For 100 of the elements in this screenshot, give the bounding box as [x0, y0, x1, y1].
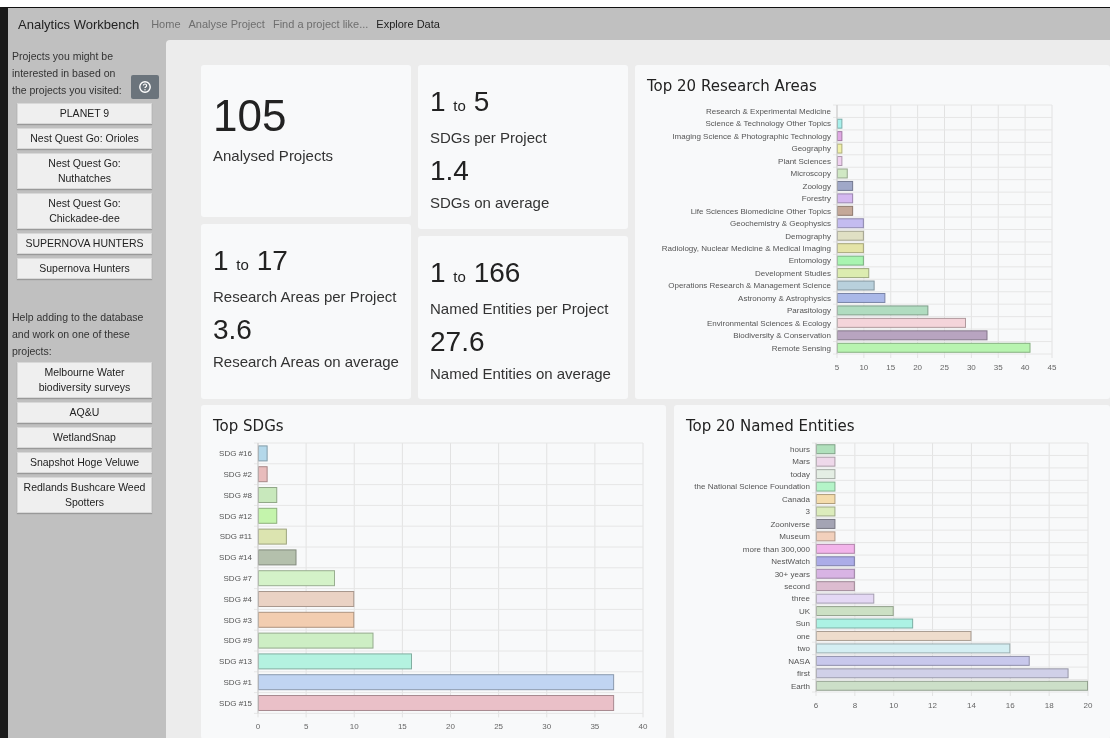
category-label: SDG #14 — [219, 553, 252, 563]
category-label: Biodiversity & Conservation — [733, 331, 831, 341]
category-label: Earth — [790, 681, 810, 691]
project-button[interactable]: Redlands Bushcare Weed Spotters — [17, 477, 152, 513]
stat-label: Analysed Projects — [213, 147, 335, 164]
category-label: today — [790, 469, 810, 479]
tick-label: 10 — [889, 701, 899, 710]
category-label: Environmental Sciences & Ecology — [706, 318, 831, 328]
category-label: Imaging Science & Photographic Technology — [672, 131, 831, 141]
category-label: Plant Sciences — [778, 156, 831, 166]
tick-label: 18 — [1044, 701, 1054, 710]
help-icon — [139, 81, 151, 93]
tick-label: 20 — [446, 722, 455, 732]
category-label: Mars — [792, 457, 810, 467]
tick-label: 20 — [913, 363, 923, 372]
tick-label: 45 — [1047, 363, 1057, 372]
tick-label: 10 — [349, 722, 359, 732]
category-label: SDG #15 — [219, 698, 252, 708]
project-button[interactable]: PLANET 9 — [17, 103, 152, 124]
stat-range: 1 to 5 — [430, 85, 491, 119]
category-label: Operations Research & Management Science — [668, 281, 831, 291]
category-label: hours — [790, 445, 810, 454]
stat-value: 1.4 — [430, 154, 470, 188]
tick-label: 40 — [638, 722, 648, 732]
stat-label: SDGs on average — [430, 194, 551, 211]
category-label: SDG #2 — [223, 470, 252, 479]
chart-title: Top SDGs — [213, 417, 285, 435]
project-button[interactable]: Nest Quest Go: Orioles — [17, 128, 152, 149]
category-label: SDG #9 — [223, 636, 252, 646]
project-button[interactable]: SUPERNOVA HUNTERS — [17, 233, 152, 254]
category-label: Radiology, Nuclear Medicine & Medical Imaging — [661, 244, 831, 253]
category-label: Geography — [791, 144, 831, 154]
tick-label: 10 — [859, 363, 869, 372]
tick-label: 16 — [1005, 701, 1015, 710]
chart-title: Top 20 Named Entities — [686, 417, 856, 435]
category-label: SDG #8 — [223, 490, 252, 500]
category-label: three — [791, 594, 810, 604]
tick-label: 5 — [834, 363, 840, 372]
chart-title: Top 20 Research Areas — [647, 77, 818, 95]
category-label: second — [784, 581, 810, 591]
category-label: Parasitology — [786, 306, 831, 316]
stat-range: 1 to 166 — [430, 256, 522, 290]
category-label: Microscopy — [790, 169, 831, 179]
stat-label: Research Areas per Project — [213, 288, 398, 305]
category-label: Science & Technology Other Topics — [705, 119, 831, 129]
stat-range: 1 to 17 — [213, 244, 289, 278]
help-button[interactable] — [131, 75, 159, 99]
nav-link[interactable]: Explore Data — [376, 18, 440, 30]
category-label: SDG #7 — [223, 574, 252, 583]
category-label: 30+ years — [774, 569, 810, 579]
tick-label: 8 — [852, 701, 858, 710]
tick-label: 20 — [1083, 701, 1093, 710]
category-label: Entomology — [788, 256, 831, 266]
project-button[interactable]: Nest Quest Go: Chickadee-dee — [17, 193, 152, 229]
project-button[interactable]: Melbourne Water biodiversity surveys — [17, 362, 152, 398]
tick-label: 15 — [397, 722, 407, 732]
category-label: two — [797, 644, 810, 654]
category-label: Canada — [781, 494, 810, 504]
category-label: Astronomy & Astrophysics — [738, 293, 831, 303]
category-label: the National Science Foundation — [694, 482, 810, 492]
project-button[interactable]: Snapshot Hoge Veluwe — [17, 452, 152, 473]
category-label: Forestry — [801, 194, 831, 204]
category-label: SDG #11 — [219, 532, 252, 542]
tick-label: 40 — [1020, 363, 1030, 372]
tick-label: 25 — [940, 363, 949, 372]
project-button[interactable]: Nest Quest Go: Nuthatches — [17, 153, 152, 189]
tick-label: 12 — [928, 701, 937, 710]
tick-label: 6 — [813, 701, 819, 710]
category-label: SDG #16 — [219, 449, 252, 459]
category-label: Remote Sensing — [771, 343, 831, 353]
tick-label: 0 — [255, 722, 261, 732]
category-label: SDG #4 — [223, 594, 252, 604]
tick-label: 15 — [886, 363, 896, 372]
app-title: Analytics Workbench — [18, 16, 140, 32]
stat-value: 3.6 — [213, 313, 253, 347]
project-button[interactable]: Supernova Hunters — [17, 258, 152, 279]
category-label: NestWatch — [771, 557, 810, 567]
stat-value: 27.6 — [430, 325, 486, 359]
sidebar-text: Projects you might be interested in based on the projects you visited: — [12, 49, 123, 98]
stat-value: 105 — [213, 91, 288, 141]
stat-label: SDGs per Project — [430, 129, 548, 146]
tick-label: 35 — [993, 363, 1003, 372]
sidebar-text: Help adding to the database and work on one of these projects: — [12, 310, 145, 359]
category-label: Demography — [785, 231, 831, 241]
category-label: SDG #1 — [223, 678, 252, 687]
category-label: NASA — [788, 656, 810, 666]
stat-label: Named Entities per Project — [430, 300, 610, 317]
project-button[interactable]: AQ&U — [17, 402, 152, 423]
category-label: Life Sciences Biomedicine Other Topics — [690, 206, 831, 216]
stat-label: Research Areas on average — [213, 353, 399, 370]
project-button[interactable]: WetlandSnap — [17, 427, 152, 448]
stat-label: Named Entities on average — [430, 365, 612, 382]
category-label: UK — [798, 606, 810, 616]
category-label: SDG #3 — [223, 615, 252, 625]
tick-label: 5 — [303, 722, 309, 732]
category-label: Research & Experimental Medicine — [706, 107, 831, 117]
tick-label: 35 — [590, 722, 600, 732]
category-label: 3 — [805, 507, 810, 517]
category-label: Geochemistry & Geophysics — [730, 219, 831, 229]
category-label: Zoology — [802, 181, 831, 191]
